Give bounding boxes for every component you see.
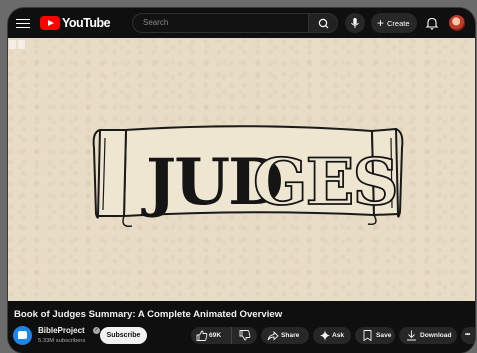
share-button[interactable]: Share: [261, 327, 309, 344]
video-title: Book of Judges Summary: A Complete Anima…: [14, 309, 283, 320]
account-avatar[interactable]: [449, 15, 465, 31]
subscriber-count: 5.33M subscribers: [38, 338, 86, 344]
thumbs-up-icon: [196, 330, 208, 341]
save-button[interactable]: Save: [355, 327, 395, 344]
banner-outline-text: GES: [253, 145, 397, 220]
judges-banner-art: JUD GES: [92, 125, 404, 228]
logo-text: YouTube: [62, 16, 111, 30]
menu-icon[interactable]: [16, 16, 30, 30]
mic-icon: [351, 18, 359, 28]
search-icon: [318, 18, 329, 29]
voice-search-button[interactable]: [345, 13, 365, 33]
channel-avatar[interactable]: [13, 326, 32, 345]
ask-label: Ask: [332, 332, 345, 339]
more-icon: •••: [465, 332, 470, 338]
verified-icon: ✓: [93, 327, 100, 334]
like-count: 69K: [209, 332, 222, 339]
search-button[interactable]: [308, 13, 338, 33]
share-label: Share: [281, 332, 300, 339]
channel-name[interactable]: BibleProject: [38, 326, 85, 335]
play-logo-icon: [40, 16, 60, 30]
like-button[interactable]: 69K: [191, 327, 231, 344]
download-icon: [407, 330, 416, 341]
video-info: Book of Judges Summary: A Complete Anima…: [8, 301, 475, 353]
bookmark-icon: [363, 330, 372, 341]
search-input[interactable]: Search: [132, 13, 308, 33]
browser-frame: YouTube Search + Create JUD GES Book of …: [8, 8, 475, 353]
bell-icon: [425, 17, 439, 30]
thumbs-down-icon: [239, 330, 251, 341]
youtube-logo[interactable]: YouTube: [40, 15, 111, 31]
subscribe-button[interactable]: Subscribe: [100, 327, 147, 344]
download-button[interactable]: Download: [399, 327, 457, 344]
create-button[interactable]: + Create: [371, 13, 417, 33]
download-label: Download: [420, 332, 452, 339]
more-actions-button[interactable]: •••: [461, 327, 475, 344]
plus-icon: +: [377, 16, 385, 30]
channel-watermark-icon: [9, 40, 25, 49]
create-label: Create: [387, 19, 410, 28]
notifications-button[interactable]: [424, 15, 440, 31]
share-icon: [267, 330, 279, 341]
ask-button[interactable]: Ask: [313, 327, 351, 344]
save-label: Save: [376, 332, 392, 339]
top-bar: YouTube Search + Create: [8, 8, 475, 38]
video-player[interactable]: JUD GES: [8, 38, 475, 301]
dislike-button[interactable]: [231, 327, 257, 344]
sparkle-icon: [320, 330, 330, 341]
